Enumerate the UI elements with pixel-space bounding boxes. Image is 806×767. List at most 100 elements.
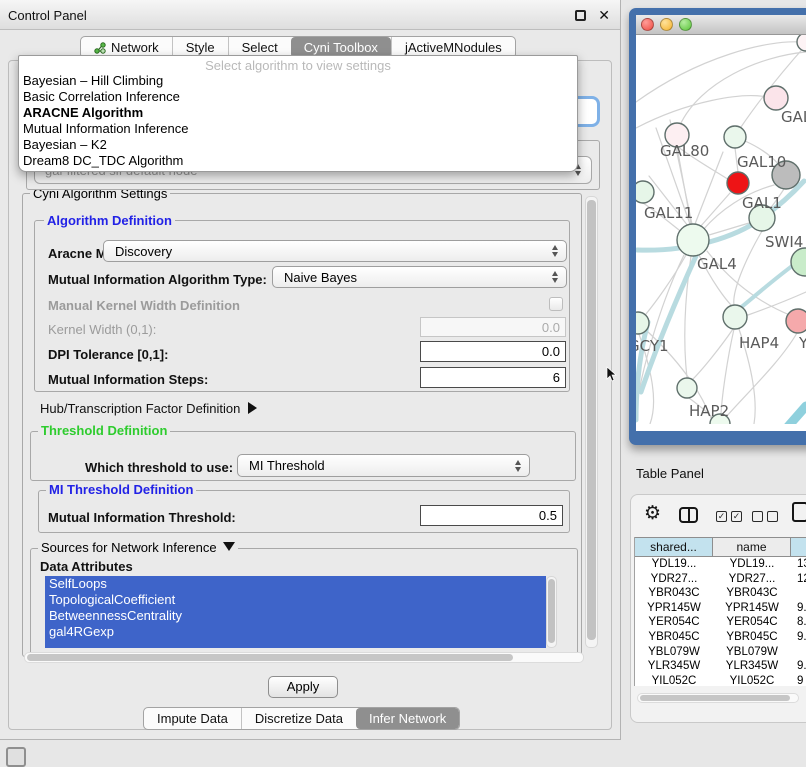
network-node[interactable] [797, 35, 806, 51]
table-cell[interactable]: 9 [791, 674, 806, 686]
network-edge[interactable] [770, 406, 806, 424]
close-icon[interactable]: ✕ [598, 7, 610, 24]
close-traffic-light-icon[interactable] [641, 18, 654, 31]
tab-infer-network[interactable]: Infer Network [356, 708, 459, 729]
table-cell[interactable]: YER054C [713, 615, 791, 630]
data-attribute-option-topologicalcoefficient[interactable]: TopologicalCoefficient [45, 592, 546, 608]
network-node-gal11[interactable] [636, 181, 654, 203]
network-node[interactable] [791, 248, 806, 276]
mi-steps-field[interactable]: 6 [420, 367, 566, 388]
table-cell[interactable]: 9. [791, 601, 806, 616]
manual-kernel-width-checkbox[interactable] [549, 297, 563, 311]
table-cell[interactable]: YLR345W [713, 659, 791, 674]
column-layout-icon[interactable] [679, 507, 698, 523]
document-icon[interactable] [792, 502, 806, 522]
table-cell[interactable]: YIL052C [635, 674, 713, 686]
table-cell[interactable] [791, 645, 806, 660]
network-node-gal1[interactable] [727, 172, 749, 194]
table-cell[interactable]: 13 [791, 557, 806, 572]
mi-algorithm-type-combo[interactable]: Naive Bayes [272, 266, 567, 288]
algorithm-option-dream8-dc-tdc-algorithm[interactable]: Dream8 DC_TDC Algorithm [19, 153, 577, 169]
table-cell[interactable]: YBR045C [635, 630, 713, 645]
network-node-gal4[interactable] [677, 224, 709, 256]
deselect-all-checkboxes-icon[interactable] [752, 511, 778, 522]
network-canvas[interactable]: GALGAL80GAL10GAL1GAL11GAL4SWI4HAP4YGCY1H… [636, 35, 806, 424]
apply-button[interactable]: Apply [268, 676, 338, 698]
table-cell[interactable]: YBR045C [713, 630, 791, 645]
column-header-shared-[interactable]: shared... [635, 537, 713, 557]
table-row[interactable]: YBR043CYBR043C [635, 586, 806, 601]
algorithm-option-basic-correlation-inference[interactable]: Basic Correlation Inference [19, 89, 577, 105]
table-row[interactable]: YLR345WYLR345W9. [635, 659, 806, 674]
table-row[interactable]: YBR045CYBR045C9. [635, 630, 806, 645]
algorithm-option-bayesian-hill-climbing[interactable]: Bayesian – Hill Climbing [19, 73, 577, 89]
table-cell[interactable]: YBR043C [635, 586, 713, 601]
table-row[interactable]: YDR27...YDR27...12 [635, 572, 806, 587]
table-cell[interactable]: YDL19... [713, 557, 791, 572]
table-settings-gear-icon[interactable]: ⚙ [644, 502, 661, 525]
algorithm-option-bayesian-k2[interactable]: Bayesian – K2 [19, 137, 577, 153]
tab-discretize-data[interactable]: Discretize Data [241, 708, 356, 729]
table-cell[interactable] [791, 586, 806, 601]
aracne-mode-combo[interactable]: Discovery [103, 240, 567, 262]
table-cell[interactable]: 8. [791, 615, 806, 630]
table-cell[interactable]: YBL079W [635, 645, 713, 660]
table-cell[interactable]: YPR145W [713, 601, 791, 616]
sources-title: Sources for Network Inference [41, 540, 217, 555]
algorithm-option-mutual-information-inference[interactable]: Mutual Information Inference [19, 121, 577, 137]
table-cell[interactable]: YLR345W [635, 659, 713, 674]
minimize-traffic-light-icon[interactable] [660, 18, 673, 31]
network-node-y[interactable] [786, 309, 806, 333]
table-cell[interactable]: YBL079W [713, 645, 791, 660]
settings-vertical-scrollbar[interactable] [585, 196, 598, 648]
network-node-gal10[interactable] [724, 126, 746, 148]
network-node-hap4[interactable] [723, 305, 747, 329]
data-attribute-option-gal4rgexp[interactable]: gal4RGexp [45, 624, 546, 640]
table-row[interactable]: YBL079WYBL079W [635, 645, 806, 660]
table-row[interactable]: YDL19...YDL19...13 [635, 557, 806, 572]
settings-horizontal-scrollbar[interactable] [24, 652, 584, 663]
table-horizontal-scrollbar[interactable] [637, 693, 799, 703]
table-row[interactable]: YIL052CYIL052C9 [635, 674, 806, 686]
hub-definition-toggle[interactable]: Hub/Transcription Factor Definition [40, 401, 257, 416]
network-node-label: HAP2 [689, 402, 729, 420]
data-attribute-option-selfloops[interactable]: SelfLoops [45, 576, 546, 592]
network-node-label: HAP4 [739, 334, 779, 352]
table-cell[interactable]: YER054C [635, 615, 713, 630]
attributes-scrollbar[interactable] [546, 576, 557, 648]
network-window-titlebar[interactable] [636, 15, 806, 35]
kernel-width-field[interactable]: 0.0 [420, 317, 566, 337]
dpi-tolerance-field[interactable]: 0.0 [420, 341, 566, 362]
table-cell[interactable]: YDL19... [635, 557, 713, 572]
tab-impute-data[interactable]: Impute Data [144, 708, 241, 729]
network-edge[interactable] [693, 329, 733, 379]
table-cell[interactable]: YDR27... [635, 572, 713, 587]
network-edge[interactable] [636, 96, 767, 128]
table-cell[interactable]: YIL052C [713, 674, 791, 686]
which-threshold-combo[interactable]: MI Threshold [237, 454, 530, 477]
table-cell[interactable]: YBR043C [713, 586, 791, 601]
column-header-name[interactable]: name [713, 537, 791, 557]
zoom-traffic-light-icon[interactable] [679, 18, 692, 31]
network-node-hap2[interactable] [677, 378, 697, 398]
table-cell[interactable]: YPR145W [635, 601, 713, 616]
float-window-icon[interactable] [575, 10, 586, 21]
mi-threshold-field[interactable]: 0.5 [420, 505, 563, 526]
column-header-2[interactable] [791, 537, 806, 557]
data-attribute-option-betweennesscentrality[interactable]: BetweennessCentrality [45, 608, 546, 624]
algorithm-option-aracne-algorithm[interactable]: ARACNE Algorithm [19, 105, 577, 121]
network-edge[interactable] [695, 152, 723, 224]
table-row[interactable]: YER054CYER054C8. [635, 615, 806, 630]
table-cell[interactable]: YDR27... [713, 572, 791, 587]
minimized-panel-icon[interactable] [6, 747, 26, 767]
network-node-gal[interactable] [764, 86, 788, 110]
mi-threshold-definition-title: MI Threshold Definition [46, 483, 196, 496]
manual-kernel-width-label: Manual Kernel Width Definition [48, 298, 240, 313]
select-all-checkboxes-icon[interactable]: ✓✓ [716, 511, 742, 522]
data-attribute-option-partial[interactable] [45, 640, 546, 648]
table-cell[interactable]: 9. [791, 659, 806, 674]
table-row[interactable]: YPR145WYPR145W9. [635, 601, 806, 616]
table-cell[interactable]: 9. [791, 630, 806, 645]
sources-toggle[interactable]: Sources for Network Inference [38, 541, 238, 554]
table-cell[interactable]: 12 [791, 572, 806, 587]
